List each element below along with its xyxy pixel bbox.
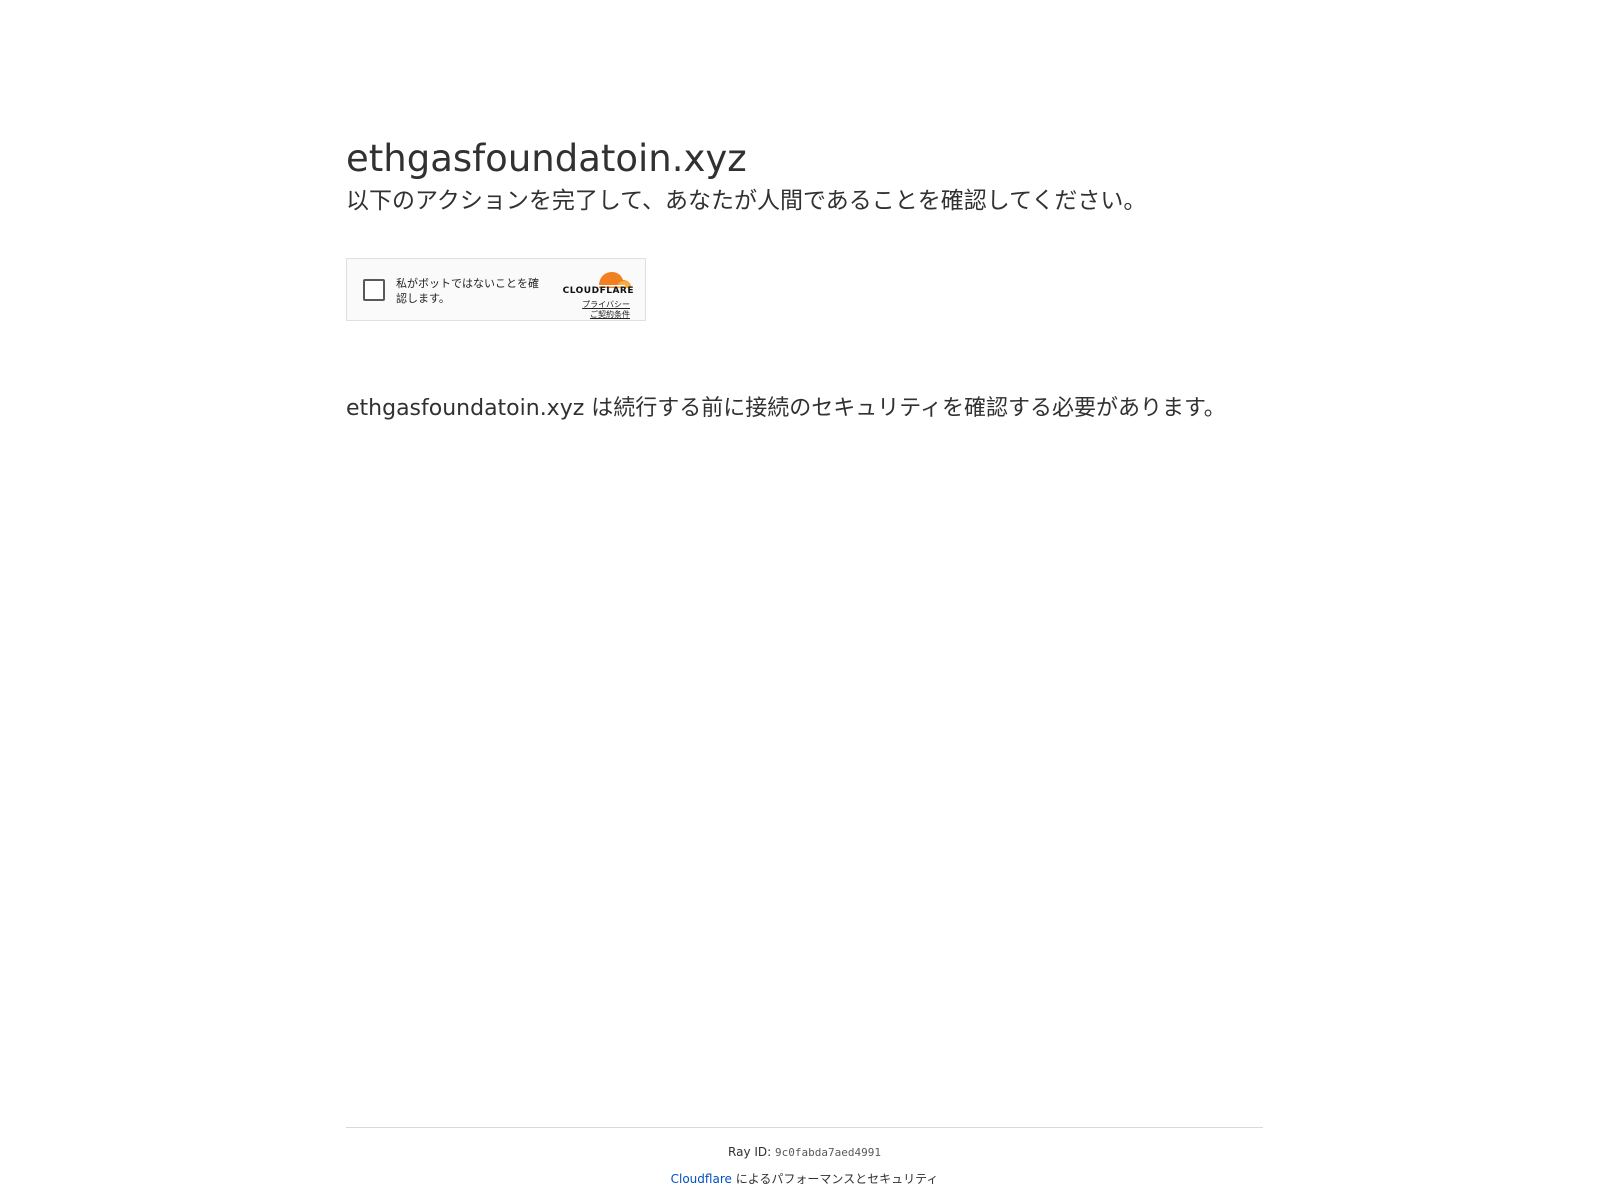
ray-id-label: Ray ID:: [728, 1145, 772, 1159]
message-text: は続行する前に接続のセキュリティを確認する必要があります。: [584, 396, 1226, 421]
main-content: ethgasfoundatoin.xyz 以下のアクションを完了して、あなたが人…: [346, 136, 1266, 421]
cloudflare-link[interactable]: Cloudflare: [671, 1172, 732, 1186]
human-verification-checkbox[interactable]: [363, 279, 385, 301]
challenge-page: ethgasfoundatoin.xyz 以下のアクションを完了して、あなたが人…: [0, 0, 1600, 1200]
terms-link[interactable]: ご契約条件: [582, 310, 630, 320]
message-domain: ethgasfoundatoin.xyz: [346, 396, 585, 421]
verification-instruction: 以下のアクションを完了して、あなたが人間であることを確認してください。: [346, 188, 1147, 214]
performance-line: Cloudflare によるパフォーマンスとセキュリティ: [346, 1169, 1263, 1189]
footer-divider: [346, 1127, 1263, 1128]
checkbox-label: 私がボットではないことを確認します。: [396, 277, 539, 305]
ray-id-value: 9c0fabda7aed4991: [775, 1146, 881, 1159]
performance-text: によるパフォーマンスとセキュリティ: [731, 1172, 939, 1186]
privacy-link[interactable]: プライバシー: [582, 300, 630, 310]
turnstile-widget: 私がボットではないことを確認します。 CLOUDFLARE プライバシー ご契約…: [346, 258, 646, 321]
widget-links: プライバシー ご契約条件: [582, 300, 630, 320]
ray-id-line: Ray ID: 9c0fabda7aed4991: [346, 1142, 1263, 1163]
cloudflare-wordmark: CLOUDFLARE: [562, 286, 634, 296]
security-check-message: ethgasfoundatoin.xyz は続行する前に接続のセキュリティを確認…: [346, 391, 1246, 427]
site-domain-title: ethgasfoundatoin.xyz: [346, 137, 747, 180]
footer: Ray ID: 9c0fabda7aed4991 Cloudflare によるパ…: [346, 1142, 1263, 1189]
